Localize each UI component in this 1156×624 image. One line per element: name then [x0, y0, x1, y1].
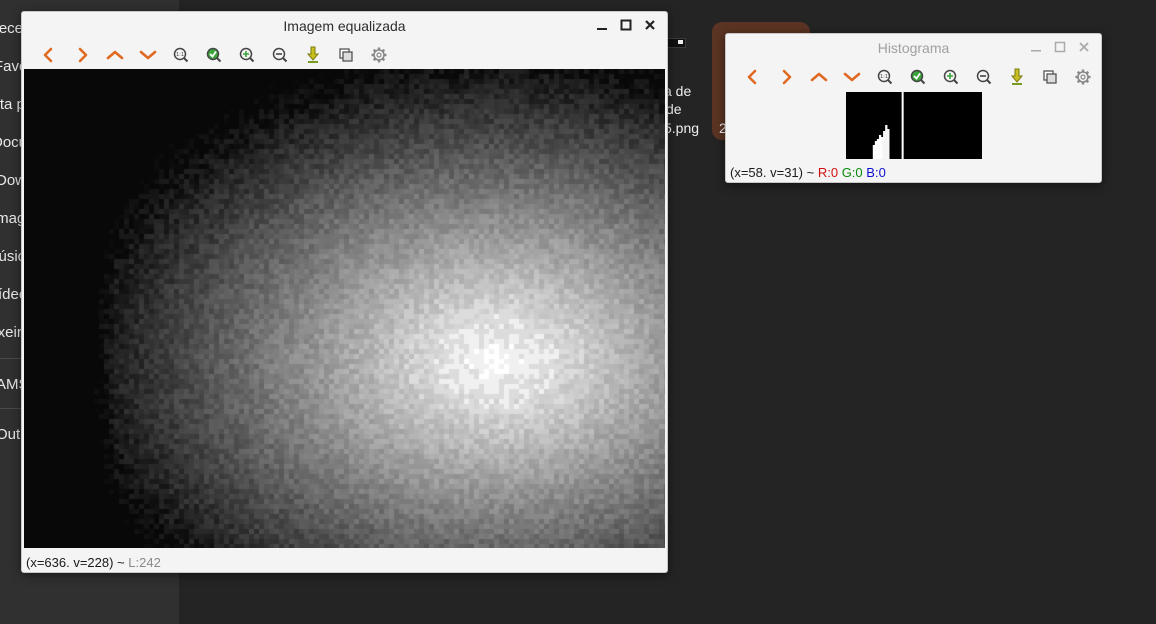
window-title: Imagem equalizada [283, 18, 406, 34]
forward-button[interactable] [65, 43, 98, 67]
close-icon [1079, 42, 1089, 52]
histogram-toolbar: 1:1 [736, 65, 1099, 89]
close-icon [645, 20, 655, 30]
save-button[interactable] [1000, 65, 1033, 89]
down-icon [843, 72, 860, 82]
up-button[interactable] [802, 65, 835, 89]
histogram-bar [888, 129, 890, 159]
save-button[interactable] [296, 43, 329, 67]
zoom-in-icon [943, 69, 958, 85]
up-button[interactable] [98, 43, 131, 67]
histogram-window[interactable]: Histograma 1:1 (x=58. v=31) ~ R:0 G:0 B:… [725, 33, 1102, 183]
image-window[interactable]: Imagem equalizada 1:1 (x=636. v=228) ~ L… [21, 11, 668, 573]
settings-button[interactable] [1066, 65, 1099, 89]
zoom-out-button[interactable] [263, 43, 296, 67]
window-controls [1027, 38, 1093, 56]
copy-icon [1042, 70, 1057, 84]
back-button[interactable] [736, 65, 769, 89]
sidebar-separator [0, 408, 22, 409]
window-title: Histograma [877, 40, 950, 56]
histogram-cursor-line [901, 92, 904, 159]
image-statusbar: (x=636. v=228) ~ L:242 [26, 555, 161, 570]
sidebar-separator [0, 358, 22, 359]
maximize-button[interactable] [1051, 38, 1069, 56]
save-icon [1010, 68, 1023, 85]
down-button[interactable] [835, 65, 868, 89]
histogram-background [846, 92, 982, 159]
zoom-fit-icon: 1:1 [877, 69, 892, 85]
down-icon [139, 50, 156, 60]
zoom-in-button[interactable] [230, 43, 263, 67]
back-icon [747, 69, 756, 85]
zoom-ok-button[interactable] [901, 65, 934, 89]
zoom-fit-button[interactable]: 1:1 [164, 43, 197, 67]
settings-button[interactable] [362, 43, 395, 67]
copy-button[interactable] [329, 43, 362, 67]
back-button[interactable] [32, 43, 65, 67]
copy-button[interactable] [1033, 65, 1066, 89]
red-value: R:0 [817, 165, 839, 180]
zoom-fit-button[interactable]: 1:1 [868, 65, 901, 89]
cursor-coordinates: (x=58. v=31) ~ [730, 165, 815, 180]
copy-icon [338, 48, 353, 62]
minimize-icon [1031, 50, 1041, 52]
zoom-ok-button[interactable] [197, 43, 230, 67]
svg-text:1:1: 1:1 [175, 52, 183, 58]
forward-icon [78, 47, 87, 63]
close-button[interactable] [1075, 38, 1093, 56]
svg-text:1:1: 1:1 [879, 74, 887, 80]
equalized-image-canvas [24, 69, 665, 548]
zoom-out-icon [272, 47, 287, 63]
pixel-value: L:242 [128, 555, 161, 570]
image-window-titlebar[interactable]: Imagem equalizada [22, 12, 667, 40]
file-label-line[interactable]: 5.png [664, 119, 699, 137]
forward-icon [782, 69, 791, 85]
file-label-line[interactable]: de [666, 100, 682, 118]
zoom-out-icon [976, 69, 991, 85]
green-value: G:0 [841, 165, 863, 180]
minimize-button[interactable] [1027, 38, 1045, 56]
zoom-in-icon [239, 47, 254, 63]
histogram-svg [846, 92, 982, 159]
forward-button[interactable] [769, 65, 802, 89]
cursor-coordinates: (x=636. v=228) ~ [26, 555, 125, 570]
maximize-icon [1054, 41, 1066, 53]
maximize-button[interactable] [617, 16, 635, 34]
up-icon [106, 50, 123, 60]
zoom-ok-icon [206, 47, 221, 63]
zoom-ok-icon [910, 69, 925, 85]
zoom-out-button[interactable] [967, 65, 1000, 89]
back-icon [43, 47, 52, 63]
maximize-icon [620, 19, 632, 31]
minimize-button[interactable] [593, 16, 611, 34]
close-button[interactable] [641, 16, 659, 34]
zoom-in-button[interactable] [934, 65, 967, 89]
histogram-statusbar: (x=58. v=31) ~ R:0 G:0 B:0 [730, 165, 886, 180]
settings-icon [1075, 69, 1090, 85]
window-controls [593, 16, 659, 34]
file-label-line[interactable]: a de [664, 82, 691, 100]
up-icon [810, 72, 827, 82]
image-toolbar: 1:1 [32, 43, 395, 67]
equalized-image[interactable] [24, 69, 665, 548]
blue-value: B:0 [866, 165, 886, 180]
down-button[interactable] [131, 43, 164, 67]
save-icon [306, 46, 319, 63]
minimize-icon [597, 28, 607, 30]
settings-icon [371, 47, 386, 63]
zoom-fit-icon: 1:1 [173, 47, 188, 63]
histogram-plot[interactable] [846, 92, 982, 159]
